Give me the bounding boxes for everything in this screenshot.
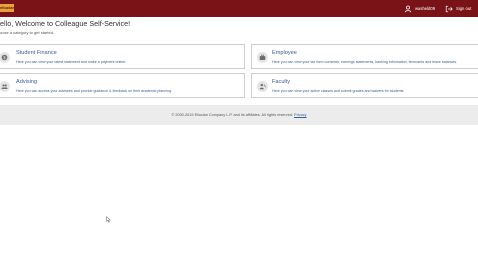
copyright-text: © 2000-2019 Ellucian Company L.P. and it… [171, 113, 293, 117]
card-title[interactable]: Faculty [272, 79, 290, 85]
briefcase-icon [257, 52, 268, 63]
category-card-faculty[interactable]: Faculty Here you can view your active cl… [251, 73, 478, 98]
category-card-advising[interactable]: Advising Here you can access your advise… [0, 73, 245, 98]
card-description: Here you can view your latest statement … [16, 60, 127, 64]
username-label: washeld09 [415, 6, 436, 11]
user-menu[interactable]: washeld09 [404, 3, 435, 14]
dollar-icon: $ [0, 52, 10, 63]
people-icon [0, 81, 10, 92]
mouse-cursor-icon [106, 216, 111, 223]
category-card-student-finance[interactable]: $ Student Finance Here you can view your… [0, 44, 245, 69]
user-icon [404, 5, 412, 12]
ellucian-logo[interactable]: ellucian [0, 4, 14, 12]
footer-text: © 2000-2019 Ellucian Company L.P. and it… [0, 113, 478, 117]
category-card-employee[interactable]: Employee Here you can view your tax form… [251, 44, 478, 69]
privacy-link[interactable]: Privacy [294, 113, 306, 117]
footer: © 2000-2019 Ellucian Company L.P. and it… [0, 105, 478, 125]
top-navigation-bar: ellucian washeld09 Sign out [0, 0, 478, 17]
card-title[interactable]: Student Finance [16, 50, 57, 56]
logo-text: ellucian [0, 5, 14, 10]
card-description: Here you can view your tax form consents… [272, 60, 458, 64]
sign-out-button[interactable]: Sign out [445, 3, 471, 14]
card-description: Here you can view your active classes an… [272, 89, 405, 93]
page-title: ello, Welcome to Colleague Self-Service! [0, 19, 131, 28]
faculty-icon [257, 81, 268, 92]
sign-out-label: Sign out [456, 6, 472, 11]
svg-text:$: $ [3, 55, 6, 60]
card-title[interactable]: Employee [272, 50, 297, 56]
sign-out-icon [445, 5, 453, 12]
card-title[interactable]: Advising [16, 79, 37, 85]
card-description: Here you can access your advisees and pr… [16, 89, 173, 93]
page-subtitle: oose a category to get started. [0, 30, 55, 35]
